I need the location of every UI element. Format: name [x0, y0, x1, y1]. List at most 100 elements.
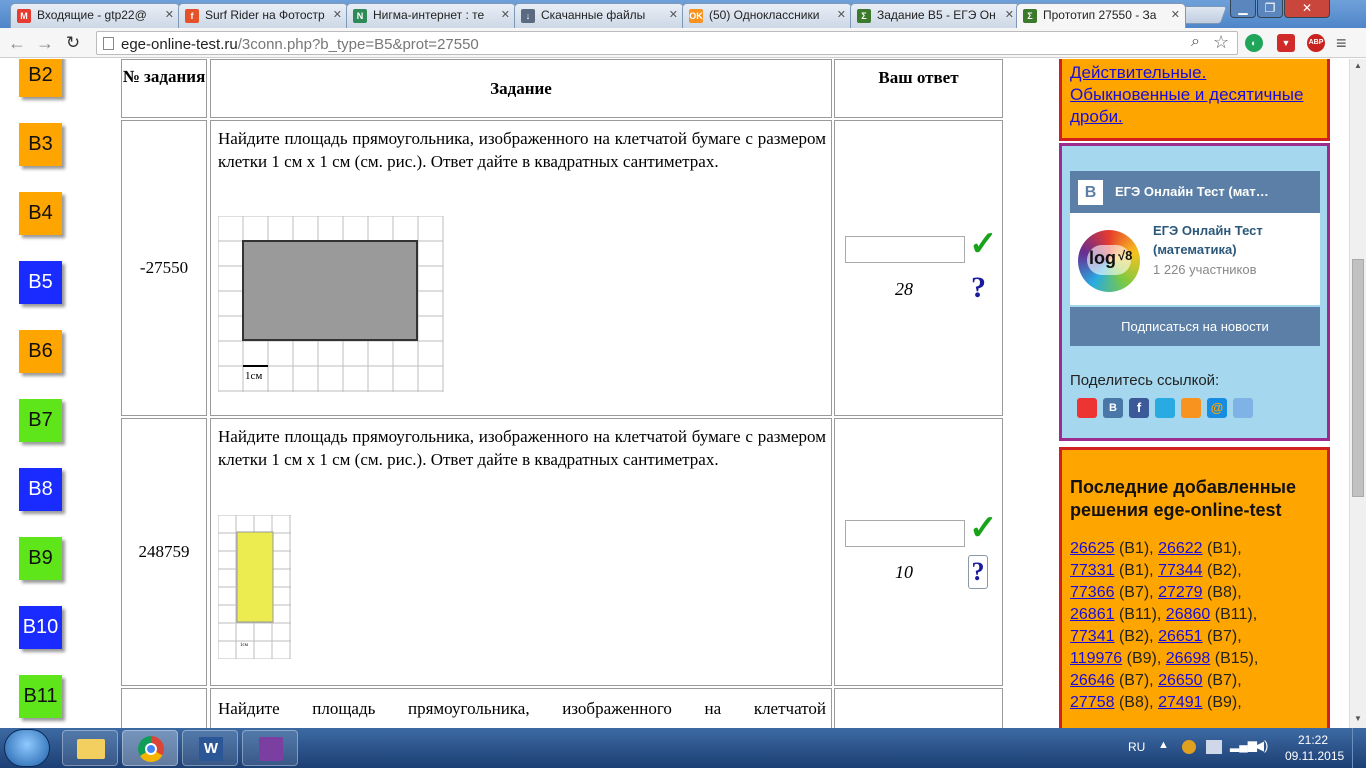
browser-tab[interactable]: f Surf Rider на Фотостр ✕: [178, 3, 348, 28]
task-number-cell: 248759: [121, 418, 207, 686]
scroll-up-arrow[interactable]: ▲: [1354, 61, 1362, 70]
check-answer-icon[interactable]: ✓: [969, 224, 998, 264]
browser-tab[interactable]: Σ Задание B5 - ЕГЭ Он ✕: [850, 3, 1020, 28]
help-question-icon[interactable]: ?: [968, 555, 988, 589]
tray-network-icon[interactable]: [1206, 740, 1222, 754]
solution-link[interactable]: 26625: [1070, 540, 1115, 557]
start-button[interactable]: [4, 729, 50, 767]
tray-signal-icon[interactable]: ▂▄▆: [1230, 738, 1257, 752]
share-vk-icon[interactable]: В: [1103, 398, 1123, 418]
djvu-taskbar-icon[interactable]: [242, 730, 298, 766]
tab-close-icon[interactable]: ✕: [1005, 8, 1014, 21]
task-type-button-b2[interactable]: B2: [19, 59, 62, 97]
minimize-button[interactable]: ▁: [1230, 0, 1256, 18]
correct-answer: 28: [895, 279, 913, 299]
close-window-button[interactable]: ✕: [1284, 0, 1330, 18]
share-odnoklassniki-icon[interactable]: [1181, 398, 1201, 418]
task-cell: Найдите площадь прямоугольника, изображе…: [210, 418, 832, 686]
group-name[interactable]: ЕГЭ Онлайн Тест (математика): [1153, 221, 1313, 259]
reload-button[interactable]: ↻: [62, 32, 84, 54]
browser-tab[interactable]: OK (50) Одноклассники ✕: [682, 3, 852, 28]
solution-link[interactable]: 26860: [1166, 606, 1211, 623]
tab-close-icon[interactable]: ✕: [837, 8, 846, 21]
bookmark-star-icon[interactable]: ☆: [1213, 32, 1229, 53]
task-number-cell: [121, 688, 207, 728]
task-type-button-b5[interactable]: B5: [19, 261, 62, 304]
solution-type: (B7),: [1118, 584, 1154, 601]
vk-header[interactable]: В ЕГЭ Онлайн Тест (мат…: [1070, 171, 1320, 213]
extension-download-icon[interactable]: ▼: [1277, 34, 1295, 52]
solution-link[interactable]: 119976: [1070, 650, 1122, 667]
answer-input[interactable]: [845, 236, 965, 263]
solution-link[interactable]: 27758: [1070, 694, 1115, 711]
solution-link[interactable]: 26651: [1158, 628, 1203, 645]
solution-link[interactable]: 77331: [1070, 562, 1115, 579]
zoom-icon[interactable]: ⌕: [1191, 33, 1200, 51]
share-twitter-icon[interactable]: [1155, 398, 1175, 418]
task-type-button-b6[interactable]: B6: [19, 330, 62, 373]
tab-close-icon[interactable]: ✕: [501, 8, 510, 21]
check-answer-icon[interactable]: ✓: [969, 508, 998, 548]
menu-icon[interactable]: ≡: [1336, 34, 1347, 52]
share-link-icon[interactable]: [1233, 398, 1253, 418]
task-type-button-b3[interactable]: B3: [19, 123, 62, 166]
topic-link[interactable]: Действительные. Обыкновенные и десятичны…: [1070, 62, 1319, 128]
tab-close-icon[interactable]: ✕: [1171, 8, 1180, 21]
task-type-button-b8[interactable]: B8: [19, 468, 62, 511]
solution-link[interactable]: 26650: [1158, 672, 1203, 689]
task-type-button-b10[interactable]: B10: [19, 606, 62, 649]
group-members: 1 226 участников: [1153, 262, 1257, 277]
solution-type: (B11),: [1118, 606, 1162, 623]
tab-favicon-icon: M: [17, 9, 31, 23]
group-avatar[interactable]: log √8: [1078, 230, 1140, 292]
solution-type: (B2),: [1207, 562, 1242, 579]
tab-close-icon[interactable]: ✕: [333, 8, 342, 21]
browser-tab[interactable]: N Нигма-интернет : те ✕: [346, 3, 516, 28]
forward-button[interactable]: →: [34, 32, 56, 54]
maximize-button[interactable]: ❐: [1257, 0, 1283, 18]
vertical-scrollbar[interactable]: ▲ ▼: [1349, 59, 1366, 728]
address-bar[interactable]: ege-online-test.ru/3conn.php?b_type=B5&p…: [96, 31, 1238, 55]
share-mailru-icon[interactable]: @: [1207, 398, 1227, 418]
share-facebook-icon[interactable]: f: [1129, 398, 1149, 418]
solution-link[interactable]: 26646: [1070, 672, 1115, 689]
task-type-button-b11[interactable]: B11: [19, 675, 62, 718]
tray-app-icon[interactable]: [1182, 740, 1196, 754]
answer-input[interactable]: [845, 520, 965, 547]
task-type-button-b4[interactable]: B4: [19, 192, 62, 235]
scroll-thumb[interactable]: [1352, 259, 1364, 497]
chrome-taskbar-icon[interactable]: [122, 730, 178, 766]
solution-link[interactable]: 77344: [1158, 562, 1203, 579]
tab-close-icon[interactable]: ✕: [669, 8, 678, 21]
solution-type: (B9),: [1126, 650, 1162, 667]
help-question-icon[interactable]: ?: [971, 271, 986, 305]
solution-link[interactable]: 77366: [1070, 584, 1115, 601]
solution-link[interactable]: 77341: [1070, 628, 1115, 645]
task-cell: Найдите площадь прямоугольника, изображе…: [210, 688, 832, 728]
solution-link[interactable]: 27279: [1158, 584, 1203, 601]
extension-green-icon[interactable]: ◐: [1245, 34, 1263, 52]
adblock-icon[interactable]: ABP: [1307, 34, 1325, 52]
solution-link[interactable]: 26861: [1070, 606, 1115, 623]
tray-arrow-icon[interactable]: ▲: [1158, 739, 1169, 751]
browser-tab[interactable]: Σ Прототип 27550 - За ✕: [1016, 3, 1186, 28]
solution-link[interactable]: 26698: [1166, 650, 1211, 667]
share-mail-icon[interactable]: [1077, 398, 1097, 418]
language-indicator[interactable]: RU: [1128, 740, 1145, 754]
tray-volume-icon[interactable]: ◀): [1254, 738, 1268, 754]
word-taskbar-icon[interactable]: W: [182, 730, 238, 766]
clock-time[interactable]: 21:22: [1298, 733, 1328, 747]
scroll-down-arrow[interactable]: ▼: [1354, 714, 1362, 723]
explorer-taskbar-icon[interactable]: [62, 730, 118, 766]
browser-tab[interactable]: M Входящие - gtp22@ ✕: [10, 3, 180, 28]
clock-date[interactable]: 09.11.2015: [1285, 749, 1344, 763]
browser-tab[interactable]: ↓ Скачанные файлы ✕: [514, 3, 684, 28]
back-button[interactable]: ←: [6, 32, 28, 54]
show-desktop-button[interactable]: [1352, 728, 1366, 768]
solution-link[interactable]: 26622: [1158, 540, 1203, 557]
subscribe-button[interactable]: Подписаться на новости: [1070, 307, 1320, 346]
tab-close-icon[interactable]: ✕: [165, 8, 174, 21]
task-type-button-b7[interactable]: B7: [19, 399, 62, 442]
solution-link[interactable]: 27491: [1158, 694, 1203, 711]
task-type-button-b9[interactable]: B9: [19, 537, 62, 580]
